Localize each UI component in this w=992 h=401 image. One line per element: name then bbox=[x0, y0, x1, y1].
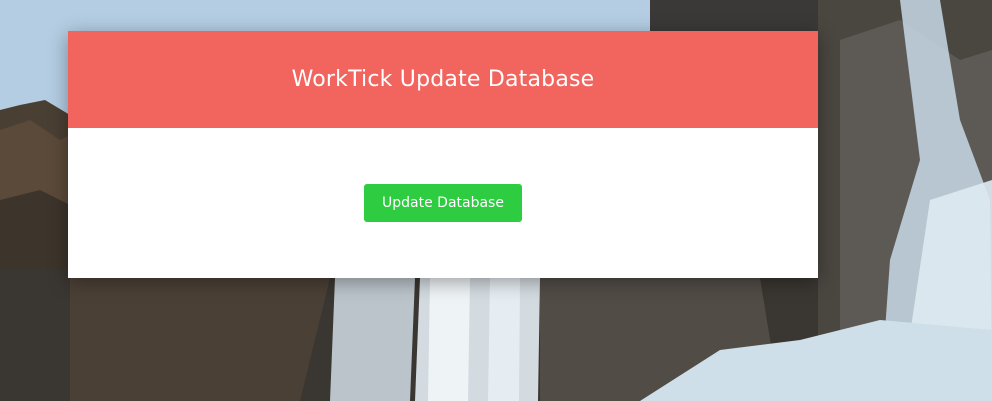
update-database-card: WorkTick Update Database Update Database bbox=[68, 31, 818, 278]
card-header: WorkTick Update Database bbox=[68, 31, 818, 128]
update-database-button[interactable]: Update Database bbox=[364, 184, 522, 222]
page-title: WorkTick Update Database bbox=[291, 67, 595, 92]
card-body: Update Database bbox=[68, 128, 818, 278]
